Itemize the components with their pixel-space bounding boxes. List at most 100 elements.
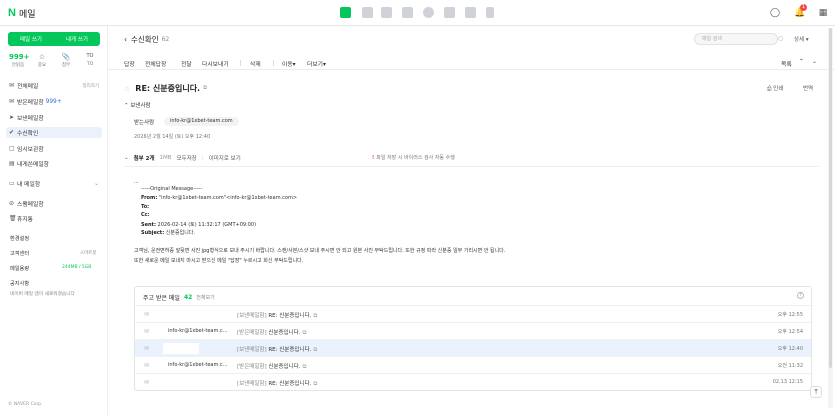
row-subject[interactable]: [보낸메일함] RE: 신분증입니다. ⧉ xyxy=(237,379,317,388)
capacity-value: 244MB / 5GB xyxy=(62,265,92,270)
translate-button[interactable]: 번역 xyxy=(803,84,813,92)
star-icon[interactable]: ☆ xyxy=(124,85,130,93)
support-link[interactable]: 고객센터 스마트봇 xyxy=(10,250,100,257)
from-value: "info-kr@1xbet-team.com"<info-kr@1xbet-t… xyxy=(157,195,298,201)
calendar-app-icon[interactable] xyxy=(362,7,373,18)
scroll-to-top-button[interactable]: ⤒ xyxy=(810,386,822,398)
reply-button[interactable]: 답장 xyxy=(124,59,135,68)
chevron-down-icon[interactable]: ⌄ xyxy=(812,59,817,65)
search-input[interactable]: 메일 검색 xyxy=(694,33,778,45)
write-buttons: 메일 쓰기 내게 쓰기 xyxy=(8,32,100,46)
box-app-icon[interactable] xyxy=(465,7,476,18)
sidebar-item-sent[interactable]: ➤ 보낸메일함 xyxy=(6,112,102,123)
spam-icon: ⊘ xyxy=(9,200,15,207)
help-icon[interactable]: ? xyxy=(797,292,804,299)
chevron-down-icon[interactable]: ⌄ xyxy=(124,155,129,161)
external-link-icon[interactable]: ⧉ xyxy=(313,347,317,353)
more-button[interactable]: 더보기▾ xyxy=(307,59,326,68)
row-folder: [받은메일함] xyxy=(237,330,267,336)
grid-menu-icon[interactable]: ▦ xyxy=(815,5,831,21)
sidebar-item-inbox[interactable]: ✉ 받은메일함 999+ xyxy=(6,96,102,107)
quick-attach[interactable]: 📎 첨부 xyxy=(57,53,75,68)
scrollbar[interactable] xyxy=(828,28,833,408)
quick-unread[interactable]: 999+ 안읽음 xyxy=(9,53,29,68)
mail-app-icon[interactable] xyxy=(340,7,351,18)
naver-mail-logo[interactable]: N 메일 xyxy=(8,6,36,20)
view-all-link[interactable]: 전체보기 xyxy=(196,294,214,301)
print-button[interactable]: ⎙ 인쇄 xyxy=(767,84,783,93)
chevron-up-icon[interactable]: ⌃ xyxy=(799,59,804,65)
external-link-icon[interactable]: ⧉ xyxy=(302,364,306,370)
chevron-down-icon[interactable]: ⌄ xyxy=(94,180,99,187)
footer-copyright: © NAVER Corp. xyxy=(8,402,43,407)
sidebar-item-label: 받은메일함 xyxy=(17,100,44,106)
attachment-count[interactable]: 첨부 2개 xyxy=(134,154,155,162)
row-subject[interactable]: [보낸메일함] RE: 신분증입니다. ⧉ xyxy=(237,345,317,354)
sender-row[interactable]: ⌃ 보낸사람 xyxy=(124,101,151,109)
detail-search-button[interactable]: 상세 ▾ xyxy=(794,35,809,43)
row-subject[interactable]: [보낸메일함] RE: 신분증입니다. ⧉ xyxy=(237,311,317,320)
related-row[interactable]: ✉ info-kr@1xbet-team.c... [받은메일함] 신분증입니다… xyxy=(135,322,811,339)
from-key: From: xyxy=(141,195,158,201)
list-button[interactable]: 목록 xyxy=(781,59,792,68)
row-folder: [받은메일함] xyxy=(237,364,267,370)
move-button[interactable]: 이동▾ xyxy=(282,59,296,68)
external-link-icon[interactable]: ⧉ xyxy=(313,381,317,387)
quote-dots: ... xyxy=(134,179,139,185)
smartbot-link[interactable]: 스마트봇 xyxy=(80,250,97,256)
sidebar-my-folder[interactable]: ▭ 내 메일함 ⌄ xyxy=(6,178,102,189)
settings-app-icon[interactable] xyxy=(423,7,434,18)
external-link-icon[interactable]: ⧉ xyxy=(302,330,306,336)
related-row[interactable]: ✉ info-kr@1xbet-team.c... [받은메일함] 신분증입니다… xyxy=(135,356,811,373)
save-all-link[interactable]: 모두저장 xyxy=(177,154,197,162)
sent-key: Sent: xyxy=(141,222,156,228)
sidebar-item-all[interactable]: ✉ 전체메일 정리하기 xyxy=(6,80,102,91)
logo-letter: N xyxy=(8,7,16,19)
search-icon[interactable]: ○ xyxy=(778,35,783,42)
row-time: 오후 12:54 xyxy=(777,329,803,335)
warning-icon: ! xyxy=(372,155,375,161)
subject-key: Subject: xyxy=(141,230,165,236)
forward-button[interactable]: 전달 xyxy=(181,59,192,68)
external-link-icon[interactable]: ⧉ xyxy=(203,85,207,92)
reply-all-button[interactable]: 전체답장 xyxy=(145,59,166,68)
notification-badge: 1 xyxy=(800,4,807,11)
external-link-icon[interactable]: ⧉ xyxy=(313,313,317,319)
memo-app-icon[interactable] xyxy=(402,7,413,18)
sidebar-item-spam[interactable]: ⊘ 스팸메일함 xyxy=(6,198,102,209)
bookmark-app-icon[interactable] xyxy=(486,7,494,18)
delete-button[interactable]: 삭제 xyxy=(250,59,261,68)
notice-link[interactable]: 공지사항 xyxy=(10,280,29,287)
related-row[interactable]: ✉ [보낸메일함] RE: 신분증입니다. ⧉ 02.13 12:15 xyxy=(135,373,811,390)
write-to-self-button[interactable]: 내게 쓰기 xyxy=(54,32,100,46)
support-label: 고객센터 xyxy=(10,251,30,257)
sidebar-item-trash[interactable]: 🗑 휴지통 xyxy=(6,213,102,224)
print-label: 인쇄 xyxy=(773,86,784,92)
resend-button[interactable]: 다시보내기 xyxy=(202,59,229,68)
row-subject[interactable]: [받은메일함] 신분증입니다. ⧉ xyxy=(237,328,306,337)
view-as-image-link[interactable]: 이미지로 보기 xyxy=(209,154,241,162)
address-app-icon[interactable] xyxy=(444,7,455,18)
sidebar-item-self[interactable]: ▤ 내게쓴메일함 xyxy=(6,158,102,169)
quick-important[interactable]: ☆ 중요 xyxy=(33,53,51,68)
attachment-bar: ⌄ 첨부 2개 1MB 모두저장 | 이미지로 보기 xyxy=(124,154,241,162)
contacts-app-icon[interactable] xyxy=(381,7,392,18)
row-subject[interactable]: [받은메일함] 신분증입니다. ⧉ xyxy=(237,362,306,371)
chat-icon[interactable]: ◯ xyxy=(767,5,783,21)
back-icon[interactable]: ‹ xyxy=(124,35,127,44)
organize-link[interactable]: 정리하기 xyxy=(82,83,99,89)
related-row-selected[interactable]: ✉ [보낸메일함] RE: 신분증입니다. ⧉ 오후 12:40 xyxy=(135,339,811,356)
recipient-chip[interactable]: info-kr@1xbet-team.com xyxy=(164,117,239,126)
sidebar-item-drafts[interactable]: ▢ 임시보관함 xyxy=(6,143,102,154)
quoted-subject: Subject: 신분증입니다. xyxy=(141,229,195,236)
quick-to[interactable]: TO TO xyxy=(81,53,99,67)
related-row[interactable]: ✉ [보낸메일함] RE: 신분증입니다. ⧉ 오후 12:55 xyxy=(135,305,811,322)
sidebar-item-read-receipt[interactable]: ✔ 수신확인 xyxy=(6,127,102,138)
quick-to-label: TO xyxy=(86,62,94,67)
settings-link[interactable]: 환경설정 xyxy=(10,235,29,242)
write-mail-button[interactable]: 메일 쓰기 xyxy=(8,32,54,46)
sidebar-item-label: 임시보관함 xyxy=(17,147,44,153)
scrollbar-thumb[interactable] xyxy=(829,28,832,368)
notice-text[interactable]: 네이버 메일 앱이 새로워졌습니다 xyxy=(10,291,75,297)
row-from: info-kr@1xbet-team.c... xyxy=(168,362,228,368)
